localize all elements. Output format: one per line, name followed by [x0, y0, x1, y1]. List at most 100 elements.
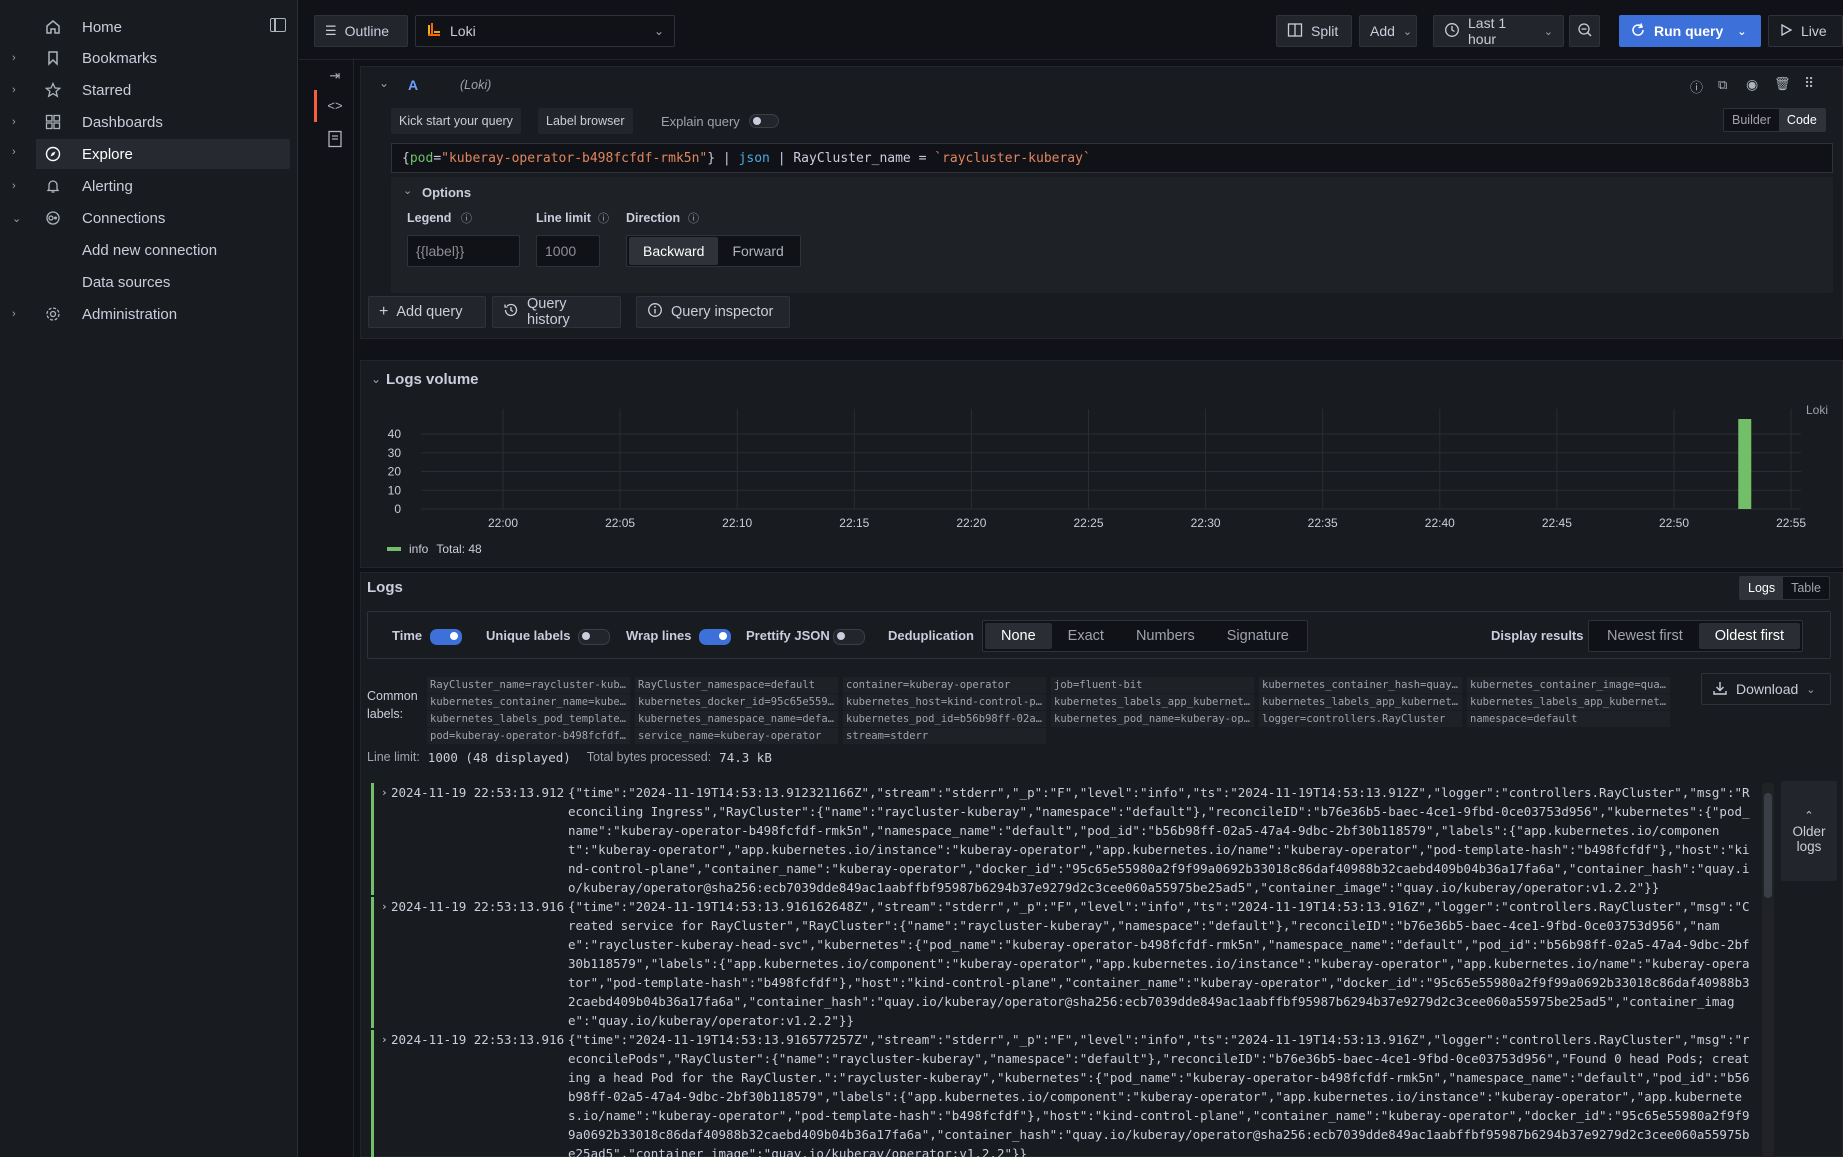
zoom-out-button[interactable]: [1569, 15, 1600, 47]
older-logs-button[interactable]: ⌃ Older logs: [1781, 781, 1837, 881]
query-history-button[interactable]: Query history: [492, 296, 621, 328]
dedup-signature-option[interactable]: Signature: [1211, 623, 1305, 649]
nav-item-starred[interactable]: › Starred: [0, 75, 290, 105]
outline-button[interactable]: ☰ Outline: [314, 15, 408, 47]
nav-item-administration[interactable]: › Administration: [0, 299, 290, 329]
history-doc-icon[interactable]: [326, 130, 344, 148]
wrap-lines-toggle[interactable]: [699, 629, 731, 645]
datasource-picker[interactable]: Loki ⌄: [415, 15, 675, 47]
legend-series-name[interactable]: info: [409, 542, 428, 556]
nav-item-home[interactable]: Home: [0, 12, 290, 42]
chevron-down-icon: ⌄: [1543, 25, 1553, 38]
chevron-right-icon[interactable]: ›: [381, 1030, 388, 1049]
logs-view-tab[interactable]: Logs: [1740, 577, 1784, 599]
time-range-picker[interactable]: Last 1 hour ⌄: [1433, 15, 1564, 47]
download-button[interactable]: Download ⌄: [1701, 673, 1831, 705]
time-toggle[interactable]: [430, 629, 462, 645]
nav-item-connections[interactable]: ⌄ Connections: [0, 203, 290, 233]
info-icon[interactable]: ⓘ: [461, 210, 472, 226]
line-limit-meta-value: 1000 (48 displayed): [427, 750, 571, 765]
common-label-chip: kubernetes_labels_app_kubernete…: [1259, 694, 1462, 710]
chevron-down-icon[interactable]: ⌄: [371, 372, 381, 386]
query-inspector-button[interactable]: Query inspector: [636, 296, 790, 328]
chevron-right-icon[interactable]: ›: [12, 308, 24, 320]
help-icon[interactable]: ⓘ: [1690, 77, 1703, 96]
unique-labels-toggle[interactable]: [578, 629, 610, 645]
eye-icon[interactable]: ◉: [1746, 76, 1758, 93]
chevron-down-icon[interactable]: ⌄: [403, 184, 412, 197]
direction-backward-option[interactable]: Backward: [629, 237, 719, 265]
nav-item-dashboards[interactable]: › Dashboards: [0, 107, 290, 137]
chevron-down-icon[interactable]: ⌄: [12, 212, 24, 225]
common-label-chip: logger=controllers.RayCluster: [1259, 711, 1462, 727]
chevron-right-icon[interactable]: ›: [12, 180, 24, 192]
logs-meta: Line limit: 1000 (48 displayed) Total by…: [367, 750, 772, 765]
bytes-processed-label: Total bytes processed:: [586, 750, 712, 764]
chevron-up-icon: ⌃: [1804, 809, 1814, 822]
collapse-arrow-icon[interactable]: ⇥: [326, 68, 344, 86]
query-ref-id[interactable]: A: [408, 77, 418, 93]
log-row[interactable]: › 2024-11-19 22:53:13.912 {"time":"2024-…: [371, 783, 1751, 895]
line-limit-input[interactable]: 1000: [536, 235, 600, 267]
dedup-none-option[interactable]: None: [985, 623, 1052, 649]
x-tick-label: 22:55: [1776, 516, 1806, 530]
info-icon[interactable]: ⓘ: [688, 210, 699, 226]
label-browser-button[interactable]: Label browser: [538, 108, 633, 134]
line-limit-meta-label: Line limit:: [367, 750, 420, 764]
nav-label: Bookmarks: [82, 49, 158, 67]
direction-forward-option[interactable]: Forward: [718, 237, 797, 265]
log-level-indicator: [371, 897, 374, 1028]
logs-scrollbar[interactable]: [1762, 783, 1774, 1157]
log-row[interactable]: › 2024-11-19 22:53:13.916 {"time":"2024-…: [371, 897, 1751, 1028]
nav-label: Dashboards: [82, 113, 163, 131]
split-button[interactable]: Split: [1276, 15, 1352, 47]
download-label: Download: [1736, 681, 1799, 697]
nav-item-data-sources[interactable]: Data sources: [0, 267, 290, 297]
newest-first-option[interactable]: Newest first: [1591, 623, 1699, 649]
options-header[interactable]: Options: [422, 185, 471, 200]
dedup-numbers-option[interactable]: Numbers: [1120, 623, 1211, 649]
kick-start-button[interactable]: Kick start your query: [391, 108, 521, 134]
code-mode-tab[interactable]: Code: [1778, 109, 1825, 131]
chevron-down-icon: ⌄: [1806, 683, 1816, 696]
code-icon[interactable]: <>: [326, 98, 344, 116]
log-row[interactable]: › 2024-11-19 22:53:13.916 {"time":"2024-…: [371, 1030, 1751, 1157]
builder-mode-tab[interactable]: Builder: [1724, 109, 1779, 131]
chevron-right-icon[interactable]: ›: [12, 52, 24, 64]
dedup-exact-option[interactable]: Exact: [1052, 623, 1120, 649]
chevron-down-icon[interactable]: ⌄: [1737, 25, 1746, 38]
explain-query-toggle[interactable]: [749, 114, 779, 128]
run-query-button[interactable]: Run query ⌄: [1619, 15, 1761, 47]
nav-item-alerting[interactable]: › Alerting: [0, 171, 290, 201]
chevron-down-icon[interactable]: ⌄: [379, 76, 389, 90]
query-rail: ⇥ <>: [314, 58, 354, 1157]
chevron-right-icon[interactable]: ›: [12, 116, 24, 128]
info-icon[interactable]: ⓘ: [598, 210, 609, 226]
live-button[interactable]: Live: [1768, 15, 1843, 47]
legend-input[interactable]: {{label}}: [407, 235, 520, 267]
explain-query-label: Explain query: [661, 114, 740, 129]
scrollbar-thumb[interactable]: [1764, 793, 1772, 898]
nav-item-explore[interactable]: Explore: [36, 139, 290, 169]
add-query-button[interactable]: + Add query: [368, 296, 486, 328]
query-code-editor[interactable]: {pod = "kuberay-operator-b498fcfdf-rmk5n"}…: [391, 143, 1833, 173]
duplicate-icon[interactable]: ⧉: [1718, 77, 1727, 93]
chevron-right-icon[interactable]: ›: [381, 897, 388, 916]
history-icon: [503, 302, 519, 322]
deduplication-radio-group: None Exact Numbers Signature: [982, 620, 1308, 652]
trash-icon[interactable]: 🗑: [1774, 76, 1791, 92]
x-tick-label: 22:25: [1073, 516, 1103, 530]
table-view-tab[interactable]: Table: [1783, 577, 1829, 599]
logs-volume-title[interactable]: Logs volume: [386, 371, 479, 388]
drag-handle-icon[interactable]: ⠿: [1804, 75, 1814, 92]
common-label-chip: kubernetes_pod_name=kuberay-ope…: [1051, 711, 1254, 727]
oldest-first-option[interactable]: Oldest first: [1698, 623, 1801, 649]
chevron-right-icon[interactable]: ›: [12, 146, 16, 158]
nav-item-add-new-connection[interactable]: Add new connection: [0, 235, 290, 265]
chevron-right-icon[interactable]: ›: [381, 783, 388, 802]
prettify-json-toggle[interactable]: [833, 629, 865, 645]
nav-item-bookmarks[interactable]: › Bookmarks: [0, 43, 290, 73]
add-button[interactable]: Add ⌄: [1359, 15, 1417, 47]
chevron-right-icon[interactable]: ›: [12, 84, 24, 96]
connections-icon: [44, 209, 62, 227]
